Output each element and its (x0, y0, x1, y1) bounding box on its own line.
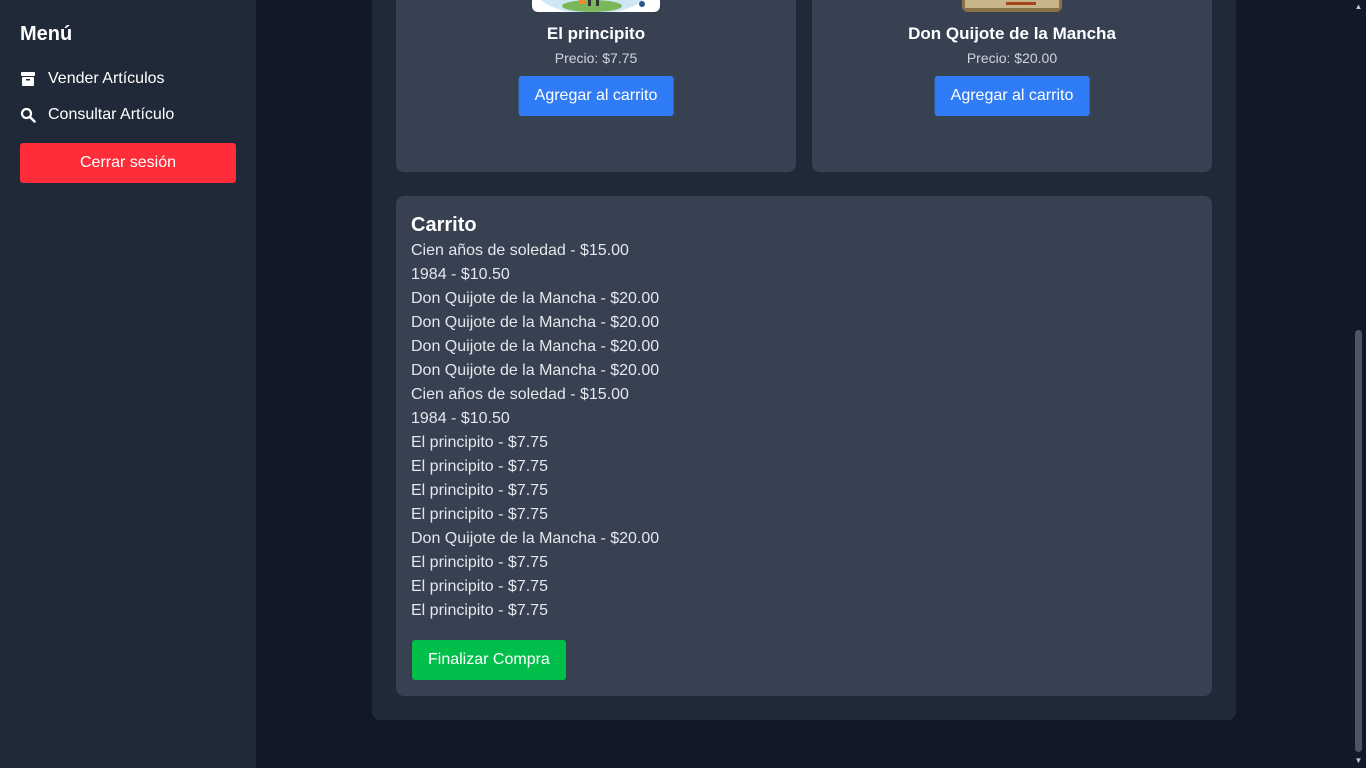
product-title: Don Quijote de la Mancha (908, 24, 1116, 43)
cart-item: 1984 - $10.50 (411, 266, 510, 283)
cart-item: Don Quijote de la Mancha - $20.00 (411, 314, 660, 331)
logout-button[interactable]: Cerrar sesión (20, 143, 236, 183)
cart-item: El principito - $7.75 (411, 554, 548, 571)
cart-item: Don Quijote de la Mancha - $20.00 (411, 338, 660, 355)
add-to-cart-button[interactable]: Agregar al carrito (518, 76, 674, 116)
product-cover-image (962, 0, 1062, 12)
checkout-button[interactable]: Finalizar Compra (412, 640, 566, 680)
scroll-up-icon[interactable]: ▲ (1354, 2, 1363, 12)
cart-item: El principito - $7.75 (411, 506, 548, 523)
product-card: El principito Precio: $7.75 Agregar al c… (396, 0, 796, 172)
cart-item: Don Quijote de la Mancha - $20.00 (411, 530, 660, 547)
sidebar: Menú Vender Artículos Consultar Artículo… (0, 0, 256, 768)
cart-item: Don Quijote de la Mancha - $20.00 (411, 362, 660, 379)
cart-item: Cien años de soledad - $15.00 (411, 242, 629, 259)
product-price: Precio: $20.00 (966, 50, 1058, 66)
cart-title: Carrito (411, 214, 477, 236)
cart-panel: Carrito Cien años de soledad - $15.00 19… (396, 196, 1212, 696)
sidebar-title: Menú (20, 23, 73, 45)
page-scrollbar[interactable]: ▲ ▼ (1351, 0, 1366, 768)
product-cover-image (532, 0, 660, 12)
sidebar-item-consultar[interactable]: Consultar Artículo (20, 97, 236, 133)
product-title: El principito (546, 24, 646, 43)
cart-item: El principito - $7.75 (411, 458, 548, 475)
scrollbar-thumb[interactable] (1355, 330, 1362, 752)
sidebar-item-label: Consultar Artículo (48, 106, 175, 123)
cart-list: Cien años de soledad - $15.00 1984 - $10… (411, 239, 1197, 623)
cart-item: Cien años de soledad - $15.00 (411, 386, 629, 403)
sidebar-item-label: Vender Artículos (48, 70, 165, 87)
cart-item: 1984 - $10.50 (411, 410, 510, 427)
cart-item: El principito - $7.75 (411, 434, 548, 451)
cart-item: El principito - $7.75 (411, 602, 548, 619)
box-icon (20, 71, 36, 87)
sidebar-item-vender[interactable]: Vender Artículos (20, 61, 236, 97)
search-icon (20, 107, 36, 123)
scroll-down-icon[interactable]: ▼ (1354, 756, 1363, 766)
cart-item: El principito - $7.75 (411, 482, 548, 499)
add-to-cart-button[interactable]: Agregar al carrito (934, 76, 1090, 116)
cart-item: El principito - $7.75 (411, 578, 548, 595)
product-card: Don Quijote de la Mancha Precio: $20.00 … (812, 0, 1212, 172)
content-panel: El principito Precio: $7.75 Agregar al c… (372, 0, 1236, 720)
cart-item: Don Quijote de la Mancha - $20.00 (411, 290, 660, 307)
product-price: Precio: $7.75 (554, 50, 638, 66)
